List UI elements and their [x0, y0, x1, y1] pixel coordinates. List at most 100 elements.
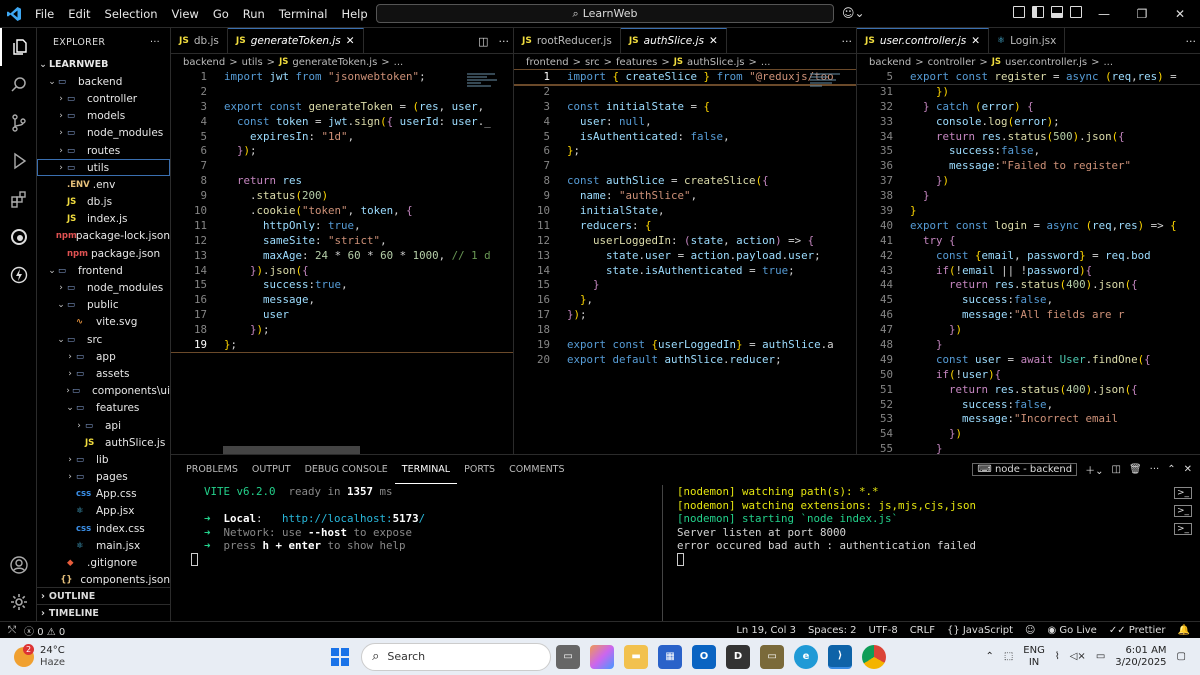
tray-app-icon[interactable]: ⬚	[1004, 651, 1013, 662]
menu-view[interactable]: View	[165, 0, 206, 28]
tree-item-components-ui[interactable]: › ▭ components\ui	[37, 383, 170, 400]
breadcrumb-item[interactable]: frontend	[526, 57, 569, 68]
tree-item-models[interactable]: › ▭ models	[37, 108, 170, 125]
notifications-bell-icon[interactable]: 🔔	[1178, 625, 1190, 636]
edge-devtools-icon[interactable]	[0, 218, 37, 256]
tree-item--env[interactable]: .ENV .env	[37, 176, 170, 193]
maximize-panel-icon[interactable]: ⌃	[1167, 464, 1175, 475]
chrome-icon[interactable]	[862, 644, 887, 669]
indentation[interactable]: Spaces: 2	[808, 625, 857, 636]
tree-item-api[interactable]: › ▭ api	[37, 417, 170, 434]
close-tab-icon[interactable]: ✕	[346, 35, 355, 47]
problems-status[interactable]: ⓧ 0 ⚠ 0	[24, 623, 65, 638]
toggle-secondary-sidebar-icon[interactable]	[1070, 6, 1082, 18]
copilot-status-icon[interactable]: ☺	[1025, 625, 1035, 636]
tree-item-db-js[interactable]: JS db.js	[37, 194, 170, 211]
breadcrumb-item[interactable]: backend	[869, 57, 911, 68]
tree-item-app-jsx[interactable]: ⚛ App.jsx	[37, 503, 170, 520]
menu-help[interactable]: Help	[334, 0, 374, 28]
breadcrumb-item[interactable]: ...	[394, 57, 404, 68]
copilot-icon[interactable]: ☺⌄	[842, 6, 865, 20]
breadcrumb-item[interactable]: backend	[183, 57, 225, 68]
more-actions-icon[interactable]: ···	[1186, 35, 1197, 48]
menu-go[interactable]: Go	[206, 0, 236, 28]
terminal-list-item-icon[interactable]: >_	[1173, 523, 1192, 535]
minimize-icon[interactable]: —	[1085, 0, 1123, 28]
remote-icon[interactable]: ⤲	[8, 625, 16, 636]
breadcrumb-item[interactable]: src	[585, 57, 600, 68]
tree-item-app-css[interactable]: css App.css	[37, 486, 170, 503]
store-icon[interactable]: ▦	[658, 644, 683, 669]
extensions-icon[interactable]	[0, 180, 37, 218]
tree-item-controller[interactable]: › ▭ controller	[37, 90, 170, 107]
settings-gear-icon[interactable]	[0, 583, 37, 621]
search-activity-icon[interactable]	[0, 66, 37, 104]
dev-app-icon[interactable]: D	[726, 644, 751, 669]
file-explorer-icon[interactable]: ▬	[624, 644, 649, 669]
panel-tab-comments[interactable]: COMMENTS	[502, 455, 571, 485]
outline-section[interactable]: › OUTLINE	[37, 587, 171, 604]
more-actions-icon[interactable]: ···	[499, 35, 510, 48]
toggle-sidebar-icon[interactable]	[1032, 6, 1044, 18]
split-terminal-icon[interactable]: ◫	[1112, 464, 1121, 475]
language-indicator[interactable]: ENG IN	[1023, 645, 1045, 669]
tree-item-frontend[interactable]: ⌄ ▭ frontend	[37, 262, 170, 279]
tree-item-package-lock-json[interactable]: npm package-lock.json	[37, 228, 170, 245]
explorer-icon[interactable]	[0, 28, 37, 66]
panel-tab-debug-console[interactable]: DEBUG CONSOLE	[298, 455, 395, 485]
panel-tab-problems[interactable]: PROBLEMS	[179, 455, 245, 485]
tree-item-features[interactable]: ⌄ ▭ features	[37, 400, 170, 417]
breadcrumb-item[interactable]: features	[616, 57, 657, 68]
language-mode[interactable]: {} JavaScript	[947, 625, 1013, 636]
accounts-icon[interactable]	[0, 546, 37, 584]
menu-edit[interactable]: Edit	[61, 0, 97, 28]
new-terminal-icon[interactable]: ＋⌄	[1085, 462, 1103, 477]
go-live[interactable]: ◉ Go Live	[1047, 625, 1096, 636]
breadcrumb-item[interactable]: authSlice.js	[687, 57, 744, 68]
customize-layout-icon[interactable]	[1013, 6, 1025, 18]
tree-item-node-modules[interactable]: › ▭ node_modules	[37, 279, 170, 296]
menu-terminal[interactable]: Terminal	[272, 0, 335, 28]
terminal-instance[interactable]: ⌨ node - backend	[972, 463, 1078, 476]
tab-db-js[interactable]: JS db.js	[171, 28, 228, 54]
tree-item-index-css[interactable]: css index.css	[37, 520, 170, 537]
toggle-panel-icon[interactable]	[1051, 6, 1063, 18]
breadcrumb-item[interactable]: utils	[242, 57, 263, 68]
panel-tab-ports[interactable]: PORTS	[457, 455, 502, 485]
task-view-icon[interactable]: ▭	[556, 644, 581, 669]
tab-rootreducer-js[interactable]: JS rootReducer.js	[514, 28, 621, 54]
terminal-list-item-icon[interactable]: >_	[1173, 487, 1192, 499]
horizontal-scrollbar[interactable]	[223, 446, 360, 454]
code-editor-2[interactable]: 1 import { createSlice } from "@reduxjs/t…	[514, 69, 856, 368]
tree-item-assets[interactable]: › ▭ assets	[37, 365, 170, 382]
minimap-2[interactable]	[810, 72, 842, 92]
tree-item-pages[interactable]: › ▭ pages	[37, 469, 170, 486]
run-debug-icon[interactable]	[0, 142, 37, 180]
tab-generatetoken-js[interactable]: JS generateToken.js ✕	[227, 28, 364, 54]
battery-icon[interactable]: ▭	[1096, 651, 1105, 662]
notifications-icon[interactable]: ▢	[1177, 651, 1186, 662]
windows-start-icon[interactable]	[328, 645, 352, 669]
close-tab-icon[interactable]: ✕	[709, 35, 718, 47]
tree-item-app[interactable]: › ▭ app	[37, 348, 170, 365]
wifi-icon[interactable]: ⌇	[1055, 651, 1060, 662]
breadcrumb-item[interactable]: user.controller.js	[1005, 57, 1087, 68]
tree-item-authslice-js[interactable]: JS authSlice.js	[37, 434, 170, 451]
menu-selection[interactable]: Selection	[98, 0, 165, 28]
terminal-left[interactable]: VITE v6.2.0 ready in 1357 ms ➜ Local: ht…	[191, 485, 651, 566]
breadcrumb-item[interactable]: generateToken.js	[292, 57, 377, 68]
clock[interactable]: 6:01 AM 3/20/2025	[1115, 645, 1166, 669]
tree-item-package-json[interactable]: npm package.json	[37, 245, 170, 262]
encoding[interactable]: UTF-8	[869, 625, 898, 636]
panel-tab-terminal[interactable]: TERMINAL	[394, 457, 458, 484]
split-editor-icon[interactable]: ◫	[478, 35, 488, 48]
tree-item-main-jsx[interactable]: ⚛ main.jsx	[37, 537, 170, 554]
tree-item-vite-svg[interactable]: ∿ vite.svg	[37, 314, 170, 331]
thunder-client-icon[interactable]	[0, 256, 37, 294]
end-of-line[interactable]: CRLF	[910, 625, 935, 636]
tree-item--gitignore[interactable]: ◆ .gitignore	[37, 554, 170, 571]
tab-authslice-js[interactable]: JS authSlice.js ✕	[620, 28, 727, 54]
menu-file[interactable]: File	[28, 0, 61, 28]
terminal-app-icon[interactable]: ▭	[760, 644, 785, 669]
edge-browser-icon[interactable]: e	[794, 644, 819, 669]
